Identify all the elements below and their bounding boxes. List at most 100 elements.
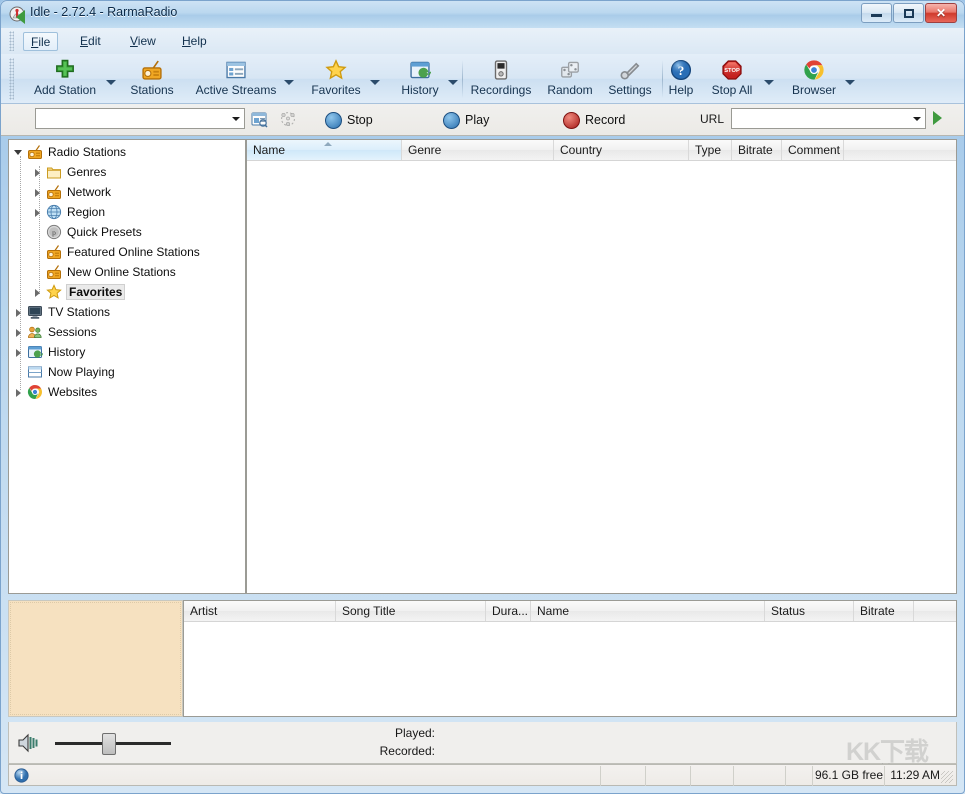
minimize-button[interactable] <box>861 3 892 23</box>
column-header-genre[interactable]: Genre <box>402 140 554 160</box>
toolbar-button-browser[interactable]: Browser <box>783 56 845 102</box>
playlist-panel[interactable]: Artist Song Title Dura... Name Status Bitrate <box>183 600 957 717</box>
url-input[interactable] <box>732 111 909 126</box>
main-toolbar: Add Station Stations Active Streams Favo… <box>1 54 964 104</box>
tree-item-favorites[interactable]: Favorites <box>9 282 245 302</box>
station-list-header: Name Genre Country Type Bitrate Comment <box>247 140 956 161</box>
close-icon: ✕ <box>935 6 947 20</box>
station-combo[interactable] <box>35 108 245 129</box>
toolbar-button-stations[interactable]: Stations <box>119 56 185 102</box>
toolbar-button-settings[interactable]: Settings <box>601 56 659 102</box>
status-segment-divider <box>600 766 601 786</box>
collapse-arrow-icon[interactable] <box>32 167 43 178</box>
url-combo[interactable] <box>731 108 926 129</box>
tree-item-label: Websites <box>48 385 98 399</box>
window-title: Idle - 2.72.4 - RarmaRadio <box>30 5 178 19</box>
column-header-dura[interactable]: Dura... <box>486 601 531 621</box>
column-header-comment[interactable]: Comment <box>782 140 844 160</box>
record-button[interactable]: Record <box>563 111 625 129</box>
status-segment-divider <box>645 766 646 786</box>
column-header-artist[interactable]: Artist <box>184 601 336 621</box>
column-header-bitrate[interactable]: Bitrate <box>854 601 914 621</box>
stop-button[interactable]: Stop <box>325 111 373 129</box>
menu-drag-grip[interactable] <box>9 31 14 51</box>
chevron-down-icon[interactable] <box>228 109 244 128</box>
speaker-icon[interactable] <box>17 732 45 754</box>
volume-slider-thumb[interactable] <box>101 733 116 755</box>
close-button[interactable]: ✕ <box>925 3 957 23</box>
clock-text: 11:29 AM <box>890 768 940 782</box>
collapse-arrow-icon[interactable] <box>32 187 43 198</box>
status-segment-divider <box>690 766 691 786</box>
toolbar-button-add-station[interactable]: Add Station <box>19 56 111 102</box>
toolbar-drag-grip[interactable] <box>9 58 14 100</box>
menu-item-help[interactable]: Help <box>175 32 214 51</box>
station-list[interactable]: Name Genre Country Type Bitrate Comment <box>246 139 957 594</box>
tree-item-history[interactable]: History <box>9 342 245 362</box>
info-icon[interactable] <box>14 768 29 783</box>
tree-item-now-playing[interactable]: Now Playing <box>9 362 245 382</box>
nowplaying-icon <box>26 364 43 380</box>
svg-text:STOP: STOP <box>724 68 740 74</box>
tree-item-featured-online-stations[interactable]: Featured Online Stations <box>9 242 245 262</box>
go-arrow-icon[interactable] <box>931 110 945 126</box>
chevron-down-icon[interactable] <box>105 76 116 87</box>
menu-item-file[interactable]: File <box>23 32 59 51</box>
toolbar-button-active-streams[interactable]: Active Streams <box>181 56 291 102</box>
column-header-song-title[interactable]: Song Title <box>336 601 486 621</box>
tree-item-network[interactable]: Network <box>9 182 245 202</box>
toolbar-button-label: Random <box>547 83 593 97</box>
chevron-down-icon[interactable] <box>909 109 925 128</box>
column-header-label: Status <box>771 604 806 618</box>
tree-item-sessions[interactable]: Sessions <box>9 322 245 342</box>
chevron-down-icon[interactable] <box>369 76 380 87</box>
navigation-tree[interactable]: Radio Stations Genres Network Region p Q… <box>8 139 246 594</box>
collapse-arrow-icon[interactable] <box>32 207 43 218</box>
maximize-button[interactable] <box>893 3 924 23</box>
toolbar-button-random[interactable]: Random <box>539 56 601 102</box>
play-button[interactable]: Play <box>443 111 489 129</box>
column-header-bitrate[interactable]: Bitrate <box>732 140 782 160</box>
collapse-arrow-icon[interactable] <box>13 307 24 318</box>
collapse-arrow-icon[interactable] <box>13 327 24 338</box>
column-header-type[interactable]: Type <box>689 140 732 160</box>
album-art-panel <box>8 600 183 717</box>
column-header-name[interactable]: Name <box>247 140 402 160</box>
tree-item-genres[interactable]: Genres <box>9 162 245 182</box>
chevron-down-icon[interactable] <box>447 76 458 87</box>
network-icon[interactable] <box>279 110 297 128</box>
toolbar-button-stop-all[interactable]: STOP Stop All <box>701 56 763 102</box>
tree-item-quick-presets[interactable]: p Quick Presets <box>9 222 245 242</box>
toolbar-button-help[interactable]: ? Help <box>663 56 699 102</box>
column-header-label: Artist <box>190 604 218 618</box>
station-input[interactable] <box>36 111 228 126</box>
toolbar-button-recordings[interactable]: Recordings <box>465 56 537 102</box>
column-header-name[interactable]: Name <box>531 601 765 621</box>
column-header-status[interactable]: Status <box>765 601 854 621</box>
chevron-down-icon[interactable] <box>844 76 855 87</box>
column-header-country[interactable]: Country <box>554 140 689 160</box>
column-header-label: Bitrate <box>860 604 895 618</box>
tree-item-new-online-stations[interactable]: New Online Stations <box>9 262 245 282</box>
collapse-arrow-icon[interactable] <box>13 387 24 398</box>
collapse-arrow-icon[interactable] <box>32 287 43 298</box>
status-bar: 96.1 GB free 11:29 AM <box>8 764 957 786</box>
expand-arrow-icon[interactable] <box>13 147 24 158</box>
collapse-arrow-icon[interactable] <box>13 347 24 358</box>
menu-item-edit[interactable]: Edit <box>73 32 108 51</box>
tree-item-tv-stations[interactable]: TV Stations <box>9 302 245 322</box>
tree-item-websites[interactable]: Websites <box>9 382 245 402</box>
tree-item-radio-stations[interactable]: Radio Stations <box>9 142 245 162</box>
chevron-down-icon[interactable] <box>763 76 774 87</box>
tree-item-region[interactable]: Region <box>9 202 245 222</box>
toolbar-button-history[interactable]: History <box>389 56 451 102</box>
menu-item-view[interactable]: View <box>123 32 163 51</box>
back-arrow-icon[interactable] <box>14 9 28 24</box>
column-header-label: Dura... <box>492 604 529 618</box>
toolbar-button-favorites[interactable]: Favorites <box>301 56 371 102</box>
chevron-down-icon[interactable] <box>283 76 294 87</box>
resize-grip-icon[interactable] <box>941 771 953 783</box>
station-info-icon[interactable] <box>250 110 268 128</box>
